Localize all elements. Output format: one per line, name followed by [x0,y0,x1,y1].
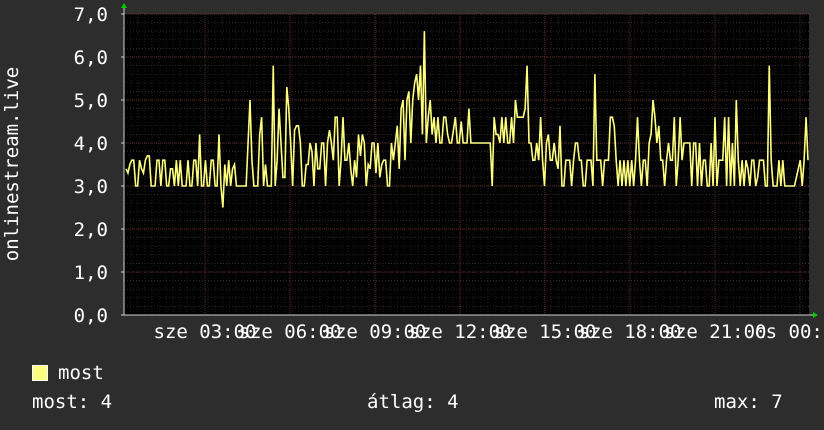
y-tick-label: 7,0 [74,4,108,26]
y-tick-label: 5,0 [74,90,108,112]
chart: 0,0 1,0 2,0 3,0 4,0 5,0 6,0 7,0 sze 03:00sze 06… [1,3,824,343]
y-tick-label: 1,0 [74,262,108,284]
x-tick-label: sze 21:00 [664,321,767,343]
y-tick-label: 3,0 [74,176,108,198]
x-tick-labels: sze 03:00sze 06:00sze 09:00sze 12:00sze … [154,321,824,343]
stat-current: most: 4 [32,391,113,413]
stat-max: max: 7 [714,391,783,413]
stat-average: átlag: 4 [367,391,459,413]
legend-swatch [32,365,48,381]
y-axis-label: onlinestream.live [1,67,23,261]
y-axis-arrow [121,3,127,8]
x-tick-label: cs 00:00 [754,321,824,343]
x-axis-arrow [813,312,818,318]
y-tick-labels: 0,0 1,0 2,0 3,0 4,0 5,0 6,0 7,0 [74,4,108,327]
y-tick-label: 0,0 [74,305,108,327]
y-tick-label: 2,0 [74,219,108,241]
legend: most [32,362,104,384]
y-tick-label: 6,0 [74,47,108,69]
y-tick-label: 4,0 [74,133,108,155]
legend-label: most [58,362,104,384]
